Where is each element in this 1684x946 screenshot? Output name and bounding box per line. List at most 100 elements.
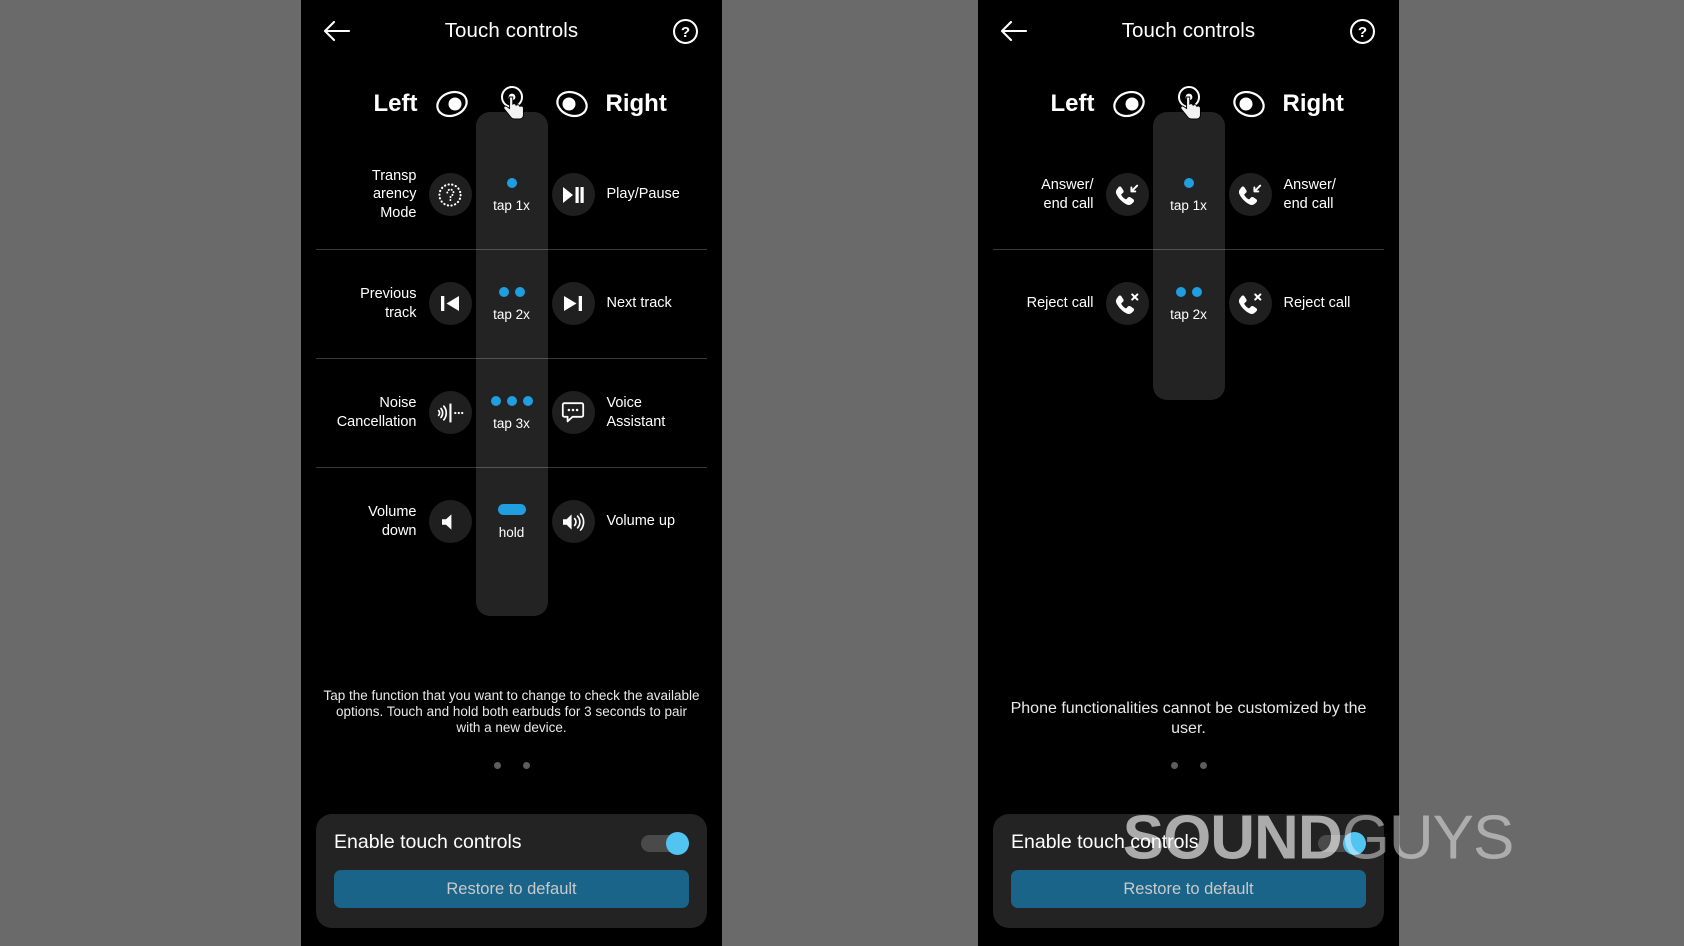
gesture-label: hold <box>498 524 525 540</box>
noise-cancellation-icon <box>428 391 472 434</box>
question-mark-circle-icon[interactable]: ? <box>668 14 702 48</box>
right-function-cell: Answer/end call <box>1225 173 1400 216</box>
table-row: Noise Cancellation tap 3x Voice Assistan… <box>301 358 722 467</box>
function-label: Play/Pause <box>606 186 680 203</box>
function-label: Previous track <box>360 286 417 321</box>
table-row: Answer/end call tap 1x Answer/ end call <box>978 140 1399 249</box>
hint-text: Phone functionalities cannot be customiz… <box>1010 700 1367 737</box>
left-function-cell[interactable]: Previous track <box>301 282 476 325</box>
arrow-left-icon[interactable] <box>319 14 353 48</box>
play-pause-icon <box>551 173 595 216</box>
page-indicator <box>301 762 722 769</box>
control-rows: Transp arency Mode tap 1x Play/Pause Pre… <box>301 140 722 576</box>
page-title: Touch controls <box>444 19 579 42</box>
function-label: Volume down <box>368 504 417 539</box>
watermark-light: GUYS <box>1341 803 1515 873</box>
page-dot[interactable] <box>522 762 530 769</box>
left-earbud-header: Left <box>978 89 1153 119</box>
enable-touch-controls-toggle[interactable] <box>641 831 689 855</box>
earbuds-header-row: Left Right <box>301 68 722 140</box>
gesture-cell[interactable]: hold <box>476 504 548 540</box>
function-label: Noise Cancellation <box>336 395 417 430</box>
left-function-cell[interactable]: Volume down <box>301 500 476 543</box>
next-track-icon <box>551 282 595 325</box>
gesture-dots <box>1183 177 1194 189</box>
reject-call-icon <box>1228 282 1272 325</box>
function-label: Answer/end call <box>1041 177 1094 212</box>
gesture-cell: tap 1x <box>1153 177 1225 213</box>
right-function-cell[interactable]: Voice Assistant <box>548 391 723 434</box>
left-label: Left <box>373 90 418 117</box>
question-mark-circle-icon[interactable]: ? <box>1345 14 1379 48</box>
table-row: Reject call tap 2x Reject call <box>978 249 1399 358</box>
gesture-hold-bar <box>497 504 526 516</box>
phone-screen-media-controls: Touch controls ? Left Right Transp arenc… <box>301 0 722 946</box>
app-bar: Touch controls ? <box>978 0 1399 62</box>
right-earbud-header: Right <box>1225 89 1400 119</box>
page-dot[interactable] <box>1199 762 1207 769</box>
function-label: Voice Assistant <box>606 395 666 430</box>
previous-track-icon <box>428 282 472 325</box>
control-rows: Answer/end call tap 1x Answer/ end call … <box>978 140 1399 358</box>
volume-up-icon <box>551 500 595 543</box>
page-dot[interactable] <box>1170 762 1178 769</box>
card-header-row: Enable touch controls <box>334 831 689 855</box>
function-label: Next track <box>606 295 672 312</box>
function-label: Answer/end call <box>1283 177 1336 212</box>
gesture-label: tap 3x <box>493 415 530 431</box>
left-earbud-header: Left <box>301 89 476 119</box>
soundguys-watermark: SOUNDGUYS <box>1122 803 1515 874</box>
right-label: Right <box>1282 90 1344 117</box>
voice-assistant-icon <box>551 391 595 434</box>
svg-text:?: ? <box>1357 24 1366 41</box>
enable-touch-controls-label: Enable touch controls <box>334 831 522 853</box>
transparency-mode-icon <box>428 173 472 216</box>
answer-call-icon <box>1105 173 1149 216</box>
volume-down-icon <box>428 500 472 543</box>
function-label: Volume up <box>606 513 676 530</box>
gesture-label: tap 1x <box>493 197 530 213</box>
page-title: Touch controls <box>1121 19 1256 42</box>
right-function-cell: Reject call <box>1225 282 1400 325</box>
toggle-knob <box>666 831 689 855</box>
function-label: Reject call <box>1026 295 1094 312</box>
restore-to-default-button[interactable]: Restore to default <box>1011 870 1366 908</box>
gesture-label: tap 2x <box>493 306 530 322</box>
right-function-cell[interactable]: Volume up <box>548 500 723 543</box>
gesture-cell[interactable]: tap 2x <box>476 286 548 322</box>
screenshot-stage: Touch controls ? Left Right Transp arenc… <box>0 0 1684 946</box>
restore-to-default-button[interactable]: Restore to default <box>334 870 689 908</box>
touch-tap-icon <box>476 84 548 124</box>
reject-call-icon <box>1105 282 1149 325</box>
earbud-icon <box>434 89 470 119</box>
gesture-dots <box>506 177 517 189</box>
right-label: Right <box>605 90 667 117</box>
right-earbud-header: Right <box>548 89 723 119</box>
right-function-cell[interactable]: Next track <box>548 282 723 325</box>
left-function-cell: Reject call <box>978 282 1153 325</box>
answer-call-icon <box>1228 173 1272 216</box>
left-function-cell[interactable]: Noise Cancellation <box>301 391 476 434</box>
earbud-icon <box>1231 89 1267 119</box>
earbud-icon <box>1111 89 1147 119</box>
table-row: Previous track tap 2x Next track <box>301 249 722 358</box>
earbuds-header-row: Left Right <box>978 68 1399 140</box>
left-label: Left <box>1050 90 1095 117</box>
hint-text: Tap the function that you want to change… <box>323 688 700 735</box>
function-label: Reject call <box>1283 295 1351 312</box>
page-dot[interactable] <box>493 762 501 769</box>
gesture-cell[interactable]: tap 3x <box>476 395 548 431</box>
table-row: Volume down hold Volume up <box>301 467 722 576</box>
arrow-left-icon[interactable] <box>996 14 1030 48</box>
right-function-cell[interactable]: Play/Pause <box>548 173 723 216</box>
gesture-dots <box>498 286 525 298</box>
gesture-cell[interactable]: tap 1x <box>476 177 548 213</box>
left-function-cell[interactable]: Transp arency Mode <box>301 167 476 221</box>
gesture-label: tap 1x <box>1170 197 1207 213</box>
touch-tap-icon <box>1153 84 1225 124</box>
gesture-cell: tap 2x <box>1153 286 1225 322</box>
watermark-bold: SOUND <box>1122 803 1343 873</box>
gesture-dots <box>490 395 533 407</box>
gesture-label: tap 2x <box>1170 306 1207 322</box>
table-row: Transp arency Mode tap 1x Play/Pause <box>301 140 722 249</box>
